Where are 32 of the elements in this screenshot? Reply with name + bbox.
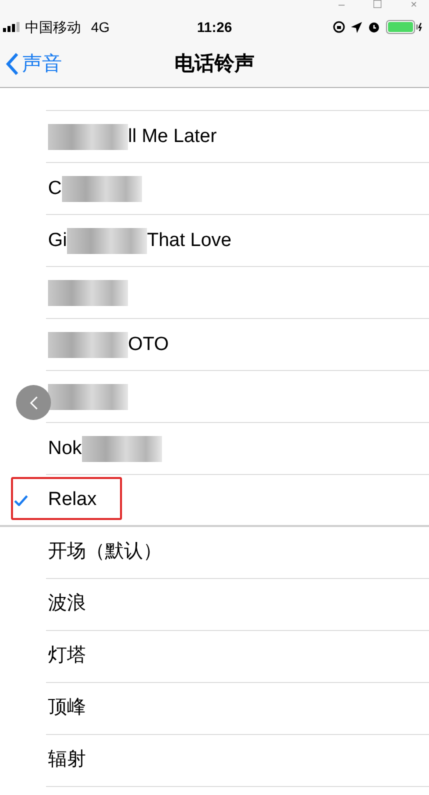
chevron-left-icon bbox=[30, 396, 38, 410]
alert-tone-name: 顶峰 bbox=[48, 696, 86, 720]
ringtone-row[interactable]: Gi That Love bbox=[0, 215, 429, 267]
ringtone-name: C bbox=[48, 176, 62, 201]
rotation-lock-icon bbox=[333, 21, 345, 33]
checkmark-icon bbox=[14, 494, 28, 506]
alert-tone-name: 辐射 bbox=[48, 748, 86, 772]
floating-back-button[interactable] bbox=[16, 385, 51, 420]
ringtone-name: Gi bbox=[48, 228, 67, 253]
ringtone-name: ll Me Later bbox=[128, 124, 217, 149]
location-icon bbox=[351, 22, 362, 32]
alarm-icon bbox=[368, 21, 380, 33]
ringtone-name: Nok bbox=[48, 436, 82, 461]
ringtone-row[interactable]: C bbox=[0, 163, 429, 215]
ringtone-row[interactable]: OTO bbox=[0, 319, 429, 371]
ringtone-name: That Love bbox=[147, 228, 232, 253]
alert-tone-name: 波浪 bbox=[48, 592, 86, 616]
alert-tone-name: 灯塔 bbox=[48, 644, 86, 668]
carrier-name: 中国移动 bbox=[25, 18, 81, 36]
page-title: 电话铃声 bbox=[174, 52, 254, 76]
ringtone-row[interactable]: Nok bbox=[0, 423, 429, 475]
chevron-left-icon bbox=[5, 52, 19, 76]
ringtone-name: OTO bbox=[128, 332, 169, 357]
ringtone-row[interactable]: ll Me Later bbox=[0, 111, 429, 163]
signal-icon bbox=[3, 22, 21, 32]
alert-tone-name: 开场（默认） bbox=[48, 540, 162, 564]
clock-time: 11:26 bbox=[197, 18, 232, 36]
ringtone-name: Relax bbox=[48, 488, 97, 512]
battery-icon bbox=[386, 20, 422, 34]
back-button[interactable]: 声音 bbox=[0, 48, 62, 78]
network-type: 4G bbox=[91, 18, 110, 36]
ringtone-row[interactable]: Relax bbox=[0, 475, 429, 527]
